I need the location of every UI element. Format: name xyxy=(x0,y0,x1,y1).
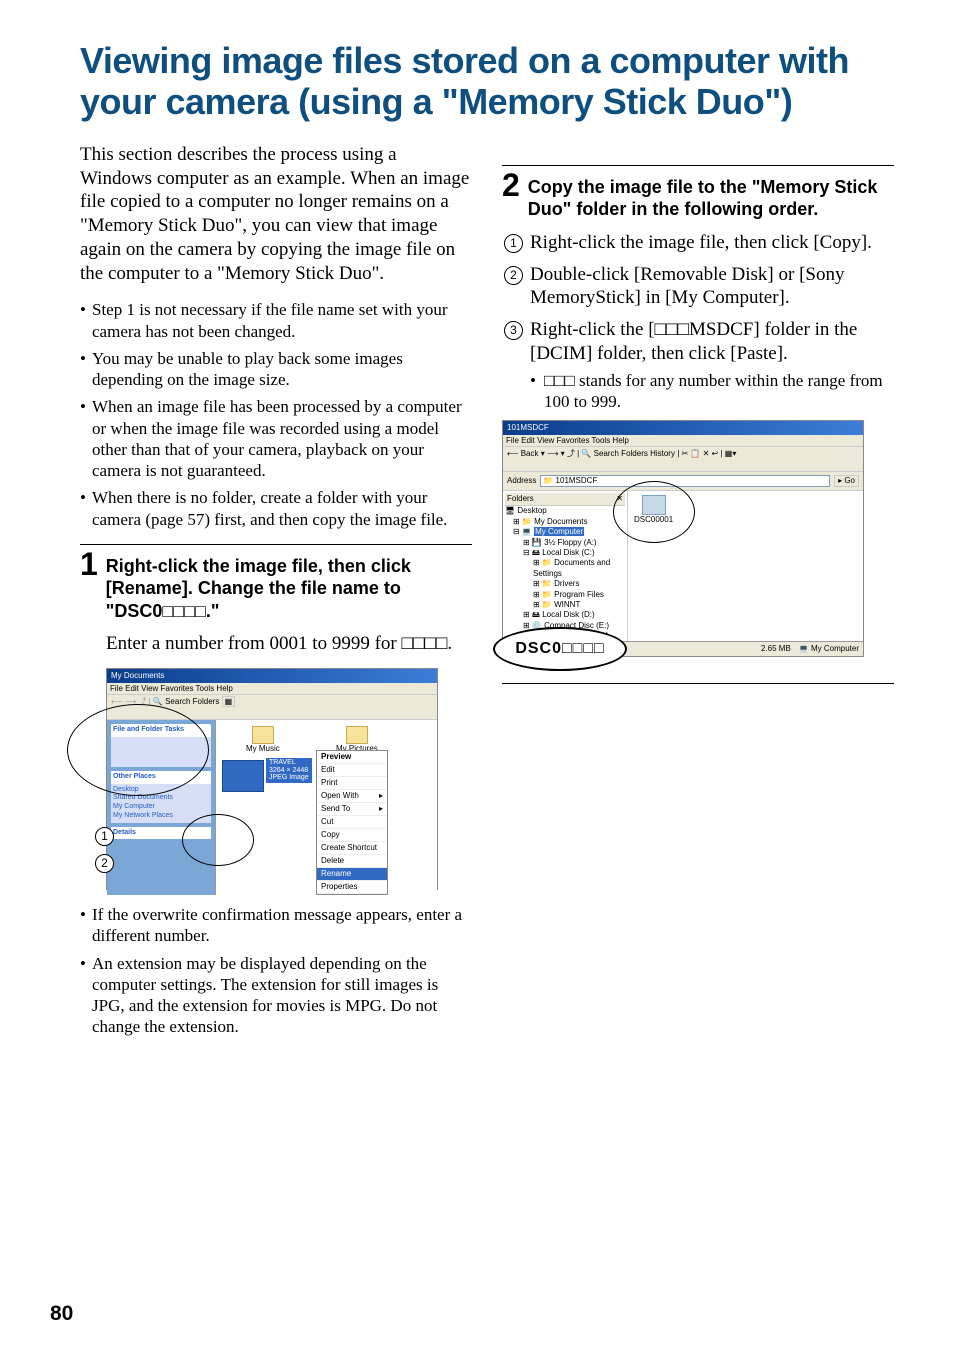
tree-item: Local Disk (D:) xyxy=(542,610,594,619)
circled-number-icon: 1 xyxy=(504,234,523,253)
menu-item: Cut xyxy=(317,816,387,829)
step-number: 2 xyxy=(502,169,520,201)
sub-step: 2 Double-click [Removable Disk] or [Sony… xyxy=(502,263,894,311)
file-name: TRAVEL xyxy=(269,759,309,767)
menu-item: Send To▸ xyxy=(317,803,387,816)
tree-item: 3½ Floppy (A:) xyxy=(544,538,596,547)
filename-bubble: DSC0□□□□ xyxy=(493,627,627,671)
note-item: When an image file has been processed by… xyxy=(80,396,472,481)
context-menu: Preview Edit Print Open With▸ Send To▸ C… xyxy=(316,750,388,895)
address-value: 101MSDCF xyxy=(556,476,598,485)
tree-item-selected: My Computer xyxy=(534,527,584,536)
window-toolbar: ⟵ Back ▾ ⟶ ▾ ⤴ | 🔍 Search Folders Histor… xyxy=(503,447,863,472)
menu-item: Delete xyxy=(317,855,387,868)
folders-panel-title: Folders xyxy=(507,494,534,504)
divider xyxy=(80,544,472,545)
tree-item: Desktop xyxy=(517,506,546,515)
window-titlebar: 101MSDCF xyxy=(503,421,863,435)
callout-number-2: 2 xyxy=(95,854,114,873)
status-size: 2.65 MB xyxy=(761,644,791,654)
right-column: 2 Copy the image file to the "Memory Sti… xyxy=(502,143,894,1044)
toolbar-labels: Search Folders History xyxy=(594,449,675,458)
go-button-label: Go xyxy=(844,476,855,485)
step-1-header: 1 Right-click the image file, then click… xyxy=(80,553,472,623)
step-2-header: 2 Copy the image file to the "Memory Sti… xyxy=(502,174,894,221)
tree-item: Local Disk (C:) xyxy=(542,548,594,557)
tree-item: Drivers xyxy=(554,579,579,588)
folder-contents: My Music My Pictures TRAVEL 3264 × 2448 … xyxy=(216,720,437,895)
sidebar-link: Shared Documents xyxy=(113,794,209,803)
menu-item: Open With▸ xyxy=(317,790,387,803)
callout-number-1: 1 xyxy=(95,827,114,846)
menu-item-rename: Rename xyxy=(317,868,387,881)
callout-circle xyxy=(613,481,695,543)
note-item: An extension may be displayed depending … xyxy=(80,953,472,1038)
step-text: Right-click the image file, then click [… xyxy=(106,553,472,623)
window-titlebar: My Documents xyxy=(107,669,437,683)
step-number: 1 xyxy=(80,548,98,580)
sub-step-text: Right-click the [□□□MSDCF] folder in the… xyxy=(530,319,857,364)
step1-notes-list: If the overwrite confirmation message ap… xyxy=(80,904,472,1038)
window-menubar: File Edit View Favorites Tools Help xyxy=(503,435,863,447)
file-dimensions: 3264 × 2448 xyxy=(269,767,309,775)
folder-icon-label: My Music xyxy=(246,744,280,754)
note-item: Step 1 is not necessary if the file name… xyxy=(80,299,472,342)
menu-item: Properties xyxy=(317,881,387,894)
back-label: Back xyxy=(521,449,539,458)
note-item: If the overwrite confirmation message ap… xyxy=(80,904,472,947)
callout-circle xyxy=(67,704,209,796)
menu-item: Preview xyxy=(317,751,387,764)
page-title: Viewing image files stored on a computer… xyxy=(80,40,894,123)
screenshot-msdcf-folder: 101MSDCF File Edit View Favorites Tools … xyxy=(502,420,864,657)
note-item: When there is no folder, create a folder… xyxy=(80,487,472,530)
circled-number-icon: 3 xyxy=(504,321,523,340)
menu-item: Print xyxy=(317,777,387,790)
step2-sub-list: 1 Right-click the image file, then click… xyxy=(502,231,894,412)
sub-step-text: Double-click [Removable Disk] or [Sony M… xyxy=(530,264,844,309)
sub-step-text: Right-click the image file, then click [… xyxy=(530,232,872,253)
tree-item: Documents and Settings xyxy=(533,558,610,577)
status-location: My Computer xyxy=(811,644,859,653)
step-1-desc: Enter a number from 0001 to 9999 for □□□… xyxy=(106,632,472,656)
sidebar-link: My Computer xyxy=(113,803,209,812)
tree-item: My Documents xyxy=(534,517,587,526)
sub-step: 1 Right-click the image file, then click… xyxy=(502,231,894,255)
file-type: JPEG Image xyxy=(269,774,309,782)
menu-item: Create Shortcut xyxy=(317,842,387,855)
left-column: This section describes the process using… xyxy=(80,143,472,1044)
callout-circle xyxy=(182,814,254,866)
toolbar-labels: Search Folders xyxy=(165,697,219,706)
folders-tree-sidebar: Folders✕ 🖥 Desktop ⊞ 📁 My Documents ⊟ 💻 … xyxy=(503,491,628,641)
menu-item: Edit xyxy=(317,764,387,777)
screenshot-my-documents: My Documents File Edit View Favorites To… xyxy=(106,668,438,890)
menu-item: Copy xyxy=(317,829,387,842)
step-text: Copy the image file to the "Memory Stick… xyxy=(528,174,894,221)
divider xyxy=(502,165,894,166)
address-label: Address xyxy=(507,476,536,486)
window-menubar: File Edit View Favorites Tools Help xyxy=(107,683,437,695)
tree-item: Program Files xyxy=(554,590,604,599)
divider xyxy=(502,683,894,684)
sub-step: 3 Right-click the [□□□MSDCF] folder in t… xyxy=(502,318,894,412)
sub-step-note: □□□ stands for any number within the ran… xyxy=(530,370,894,413)
intro-paragraph: This section describes the process using… xyxy=(80,143,472,286)
tree-item: WINNT xyxy=(554,600,580,609)
page-number: 80 xyxy=(50,1301,73,1327)
note-item: You may be unable to play back some imag… xyxy=(80,348,472,391)
circled-number-icon: 2 xyxy=(504,266,523,285)
general-notes-list: Step 1 is not necessary if the file name… xyxy=(80,299,472,530)
